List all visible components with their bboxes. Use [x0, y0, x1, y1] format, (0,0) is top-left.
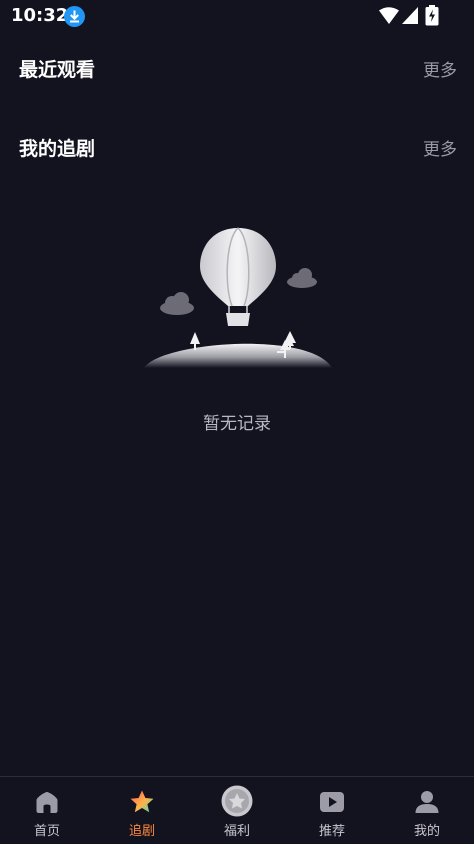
recent-section-title: 最近观看: [19, 59, 96, 81]
user-icon: [415, 791, 439, 813]
recent-section-header: 最近观看 更多: [0, 55, 474, 85]
download-icon: [64, 6, 85, 27]
tab-following[interactable]: 追剧: [95, 777, 189, 844]
tab-following-label: 追剧: [128, 824, 155, 839]
tab-profile[interactable]: 我的: [380, 777, 474, 844]
gift-icon: [221, 785, 253, 817]
home-icon: [36, 792, 58, 813]
tab-recommend-label: 推荐: [318, 824, 345, 839]
tab-recommend[interactable]: 推荐: [285, 777, 379, 844]
tab-profile-label: 我的: [413, 824, 440, 839]
empty-state-text: 暂无记录: [203, 414, 271, 434]
following-more-link[interactable]: 更多: [423, 135, 457, 160]
tab-home-label: 首页: [33, 824, 60, 839]
bottom-tab-bar: 首页 追剧 福利 推荐 我的: [0, 776, 474, 844]
tab-welfare-label: 福利: [223, 824, 250, 839]
tab-welfare[interactable]: 福利: [190, 777, 284, 844]
star-icon: [130, 790, 154, 813]
battery-charging-icon: [425, 5, 439, 26]
following-section-title: 我的追剧: [19, 138, 96, 160]
play-icon: [320, 792, 344, 812]
signal-icon: [402, 7, 418, 24]
following-section-header: 我的追剧 更多: [0, 134, 474, 164]
wifi-icon: [379, 7, 399, 24]
empty-balloon-illustration: [144, 227, 332, 368]
tab-home[interactable]: 首页: [0, 777, 94, 844]
status-bar: 10:32: [0, 0, 474, 32]
status-time: 10:32: [11, 5, 69, 26]
recent-more-link[interactable]: 更多: [423, 56, 457, 81]
